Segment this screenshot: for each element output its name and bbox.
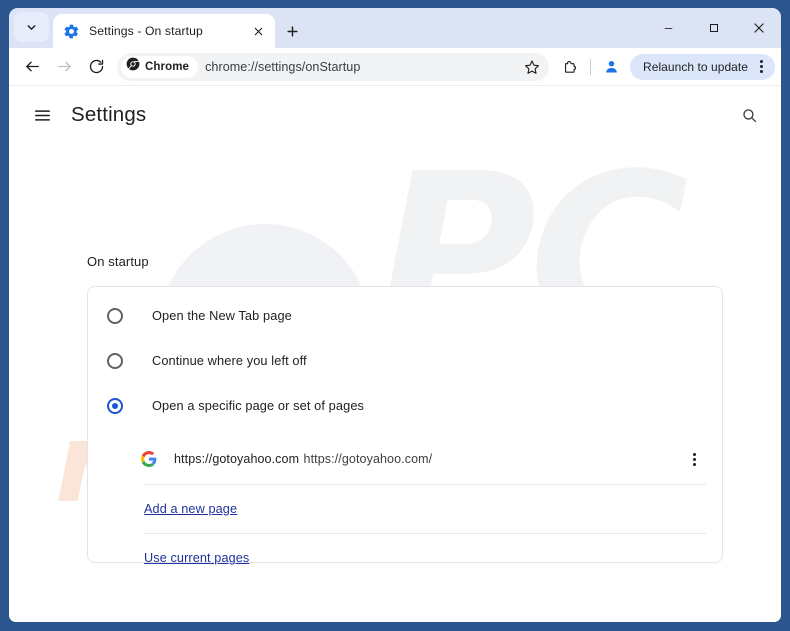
chevron-down-icon [25, 21, 38, 34]
settings-header: Settings [9, 86, 781, 144]
hamburger-menu-button[interactable] [27, 100, 57, 130]
omnibox-chip-label: Chrome [145, 60, 190, 73]
reload-button[interactable] [81, 52, 111, 82]
startup-option-label: Open the New Tab page [152, 308, 292, 323]
three-dots-vertical-icon[interactable] [752, 56, 770, 78]
chrome-logo-glyph [126, 57, 140, 71]
startup-option-specific-pages[interactable]: Open a specific page or set of pages [88, 383, 722, 428]
omnibox[interactable]: Chrome chrome://settings/onStartup [117, 52, 550, 81]
window-frame: Settings - On startup Chrome chrome://se… [0, 0, 790, 631]
back-button[interactable] [17, 52, 47, 82]
startup-option-continue[interactable]: Continue where you left off [88, 338, 722, 383]
star-icon [525, 59, 539, 74]
close-icon [753, 23, 764, 33]
use-current-pages-row[interactable]: Use current pages [88, 534, 722, 582]
startup-page-title: https://gotoyahoo.com [174, 452, 300, 466]
maximize-button[interactable] [691, 8, 736, 48]
arrow-left-icon [25, 61, 39, 72]
tab-strip: Settings - On startup [9, 8, 781, 48]
new-tab-button[interactable] [279, 18, 305, 44]
close-button[interactable] [736, 8, 781, 48]
radio-button[interactable] [107, 352, 123, 369]
bookmark-star-button[interactable] [521, 56, 543, 78]
maximize-icon [709, 24, 718, 32]
startup-page-list-item: https://gotoyahoo.com https://gotoyahoo.… [88, 434, 722, 484]
browser-window: Settings - On startup Chrome chrome://se… [9, 8, 781, 622]
settings-page: PC risk.com Settings On startup [9, 86, 781, 622]
startup-page-menu-button[interactable] [682, 444, 706, 474]
google-g-icon [141, 451, 157, 467]
startup-option-label: Continue where you left off [152, 353, 307, 368]
profile-avatar-button[interactable] [598, 54, 624, 80]
google-g-glyph [141, 451, 157, 467]
hamburger-menu-icon [34, 109, 50, 121]
minimize-icon [664, 27, 673, 29]
window-controls [646, 8, 781, 48]
forward-button[interactable] [49, 52, 79, 82]
arrow-right-icon [57, 61, 71, 72]
plus-icon [286, 25, 298, 37]
toolbar-divider [590, 58, 592, 75]
radio-button-selected[interactable] [107, 397, 123, 414]
close-icon[interactable] [249, 22, 267, 40]
puzzle-piece-icon [564, 60, 576, 73]
section-label: On startup [87, 254, 149, 269]
search-icon [742, 108, 756, 122]
startup-option-new-tab[interactable]: Open the New Tab page [88, 293, 722, 338]
settings-search-button[interactable] [734, 100, 764, 130]
omnibox-chrome-chip: Chrome [121, 55, 199, 78]
three-dots-vertical-icon [692, 452, 696, 467]
add-new-page-link[interactable]: Add a new page [144, 502, 237, 516]
extensions-button[interactable] [557, 54, 583, 80]
relaunch-to-update-button[interactable]: Relaunch to update [630, 53, 775, 80]
minimize-button[interactable] [646, 8, 691, 48]
reload-icon [89, 59, 103, 74]
omnibox-url-text: chrome://settings/onStartup [205, 59, 361, 74]
startup-page-texts: https://gotoyahoo.com https://gotoyahoo.… [174, 450, 682, 468]
chrome-logo-icon [126, 57, 140, 76]
on-startup-card: Open the New Tab page Continue where you… [87, 286, 723, 565]
chrome-menu-dots [759, 59, 763, 74]
startup-option-label: Open a specific page or set of pages [152, 398, 365, 413]
tab-title: Settings - On startup [89, 24, 203, 38]
relaunch-label: Relaunch to update [643, 59, 748, 74]
startup-page-url: https://gotoyahoo.com/ [303, 452, 433, 466]
page-title: Settings [71, 103, 147, 126]
tab-settings[interactable]: Settings - On startup [53, 14, 275, 48]
profile-avatar-icon [605, 60, 617, 73]
add-new-page-row[interactable]: Add a new page [88, 485, 722, 533]
use-current-pages-link[interactable]: Use current pages [144, 551, 249, 565]
radio-button[interactable] [107, 307, 123, 324]
gear-icon [63, 23, 80, 40]
browser-toolbar: Chrome chrome://settings/onStartup Relau… [9, 48, 781, 86]
tab-search-button[interactable] [14, 12, 49, 42]
